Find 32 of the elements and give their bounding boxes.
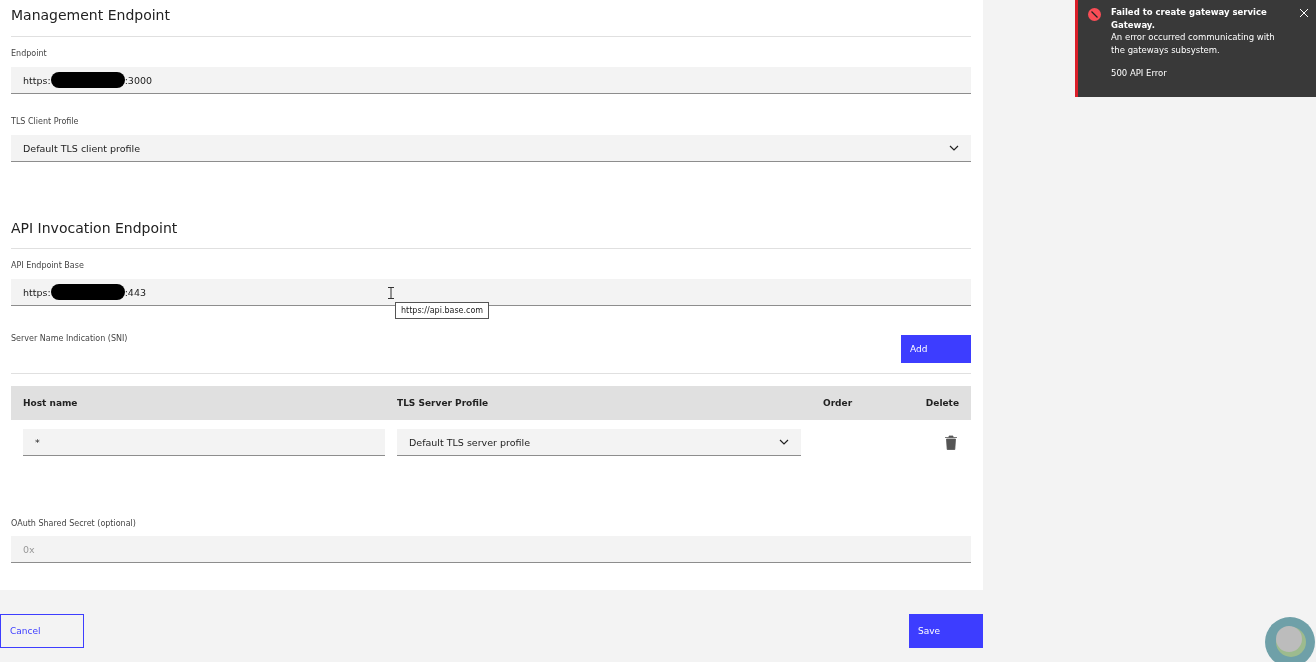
close-icon[interactable]	[1300, 9, 1308, 17]
cancel-button[interactable]: Cancel	[0, 614, 84, 648]
save-button[interactable]: Save	[909, 614, 983, 648]
field-label: Server Name Indication (SNI)	[11, 334, 128, 344]
tls-client-profile-select[interactable]: Default TLS client profile	[11, 135, 971, 162]
notification-title: Failed to create gateway service Gateway.	[1111, 6, 1268, 31]
tooltip: https://api.base.com	[395, 302, 490, 319]
host-name-field[interactable]: *	[23, 429, 385, 456]
field-value: :443	[124, 286, 146, 298]
tls-server-profile-select[interactable]: Default TLS server profile	[397, 429, 801, 456]
error-icon	[1088, 8, 1101, 21]
notification-message: An error occurred communicating with the gateways subsystem.	[1111, 31, 1276, 56]
chevron-down-icon	[779, 437, 789, 447]
column-header: Delete	[924, 398, 960, 408]
endpoint-field[interactable]: https: :3000	[11, 67, 971, 94]
add-button[interactable]: Add	[901, 335, 971, 363]
field-label: OAuth Shared Secret (optional)	[11, 519, 137, 529]
notification-detail: 500 API Error	[1111, 67, 1168, 80]
field-value: https:	[23, 74, 51, 86]
field-value: :3000	[124, 74, 153, 86]
section-title: API Invocation Endpoint	[11, 219, 179, 238]
section-title: Management Endpoint	[11, 6, 171, 25]
text-cursor-icon	[388, 287, 394, 299]
chevron-down-icon	[949, 143, 959, 153]
field-label: Endpoint	[11, 49, 48, 59]
field-label: TLS Client Profile	[11, 117, 80, 127]
field-label: API Endpoint Base	[11, 261, 85, 271]
field-value: https:	[23, 286, 51, 298]
column-header: TLS Server Profile	[397, 398, 490, 408]
trash-icon[interactable]	[945, 435, 957, 450]
column-header: Order	[823, 398, 854, 408]
column-header: Host name	[23, 398, 79, 408]
